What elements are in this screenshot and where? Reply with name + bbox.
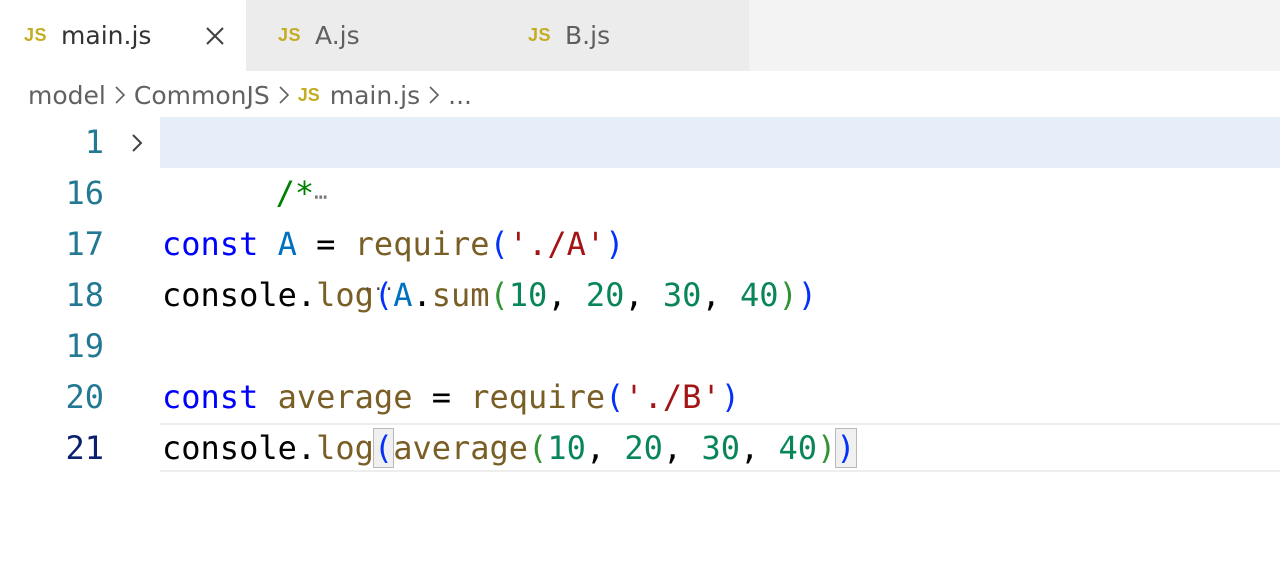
- paren: (: [489, 225, 509, 263]
- code-text: console.log(A.sum(10, 20, 30, 40)): [162, 276, 818, 314]
- chevron-right-icon: [278, 85, 290, 105]
- line-number: 19: [65, 327, 104, 365]
- paren: (: [373, 276, 394, 314]
- breadcrumb-more[interactable]: ...: [448, 81, 472, 110]
- number: 20: [624, 429, 663, 467]
- fold-chevron-right-icon[interactable]: [126, 130, 148, 156]
- number: 40: [739, 276, 779, 314]
- variable: average: [277, 378, 413, 416]
- identifier: console: [162, 276, 297, 314]
- function-name: require: [354, 225, 490, 263]
- code-line[interactable]: 20 const average = require('./B'): [0, 372, 1280, 423]
- string: './B': [624, 378, 721, 416]
- code-line[interactable]: 17 const A = require('./A') ...: [0, 219, 1280, 295]
- dot: .: [296, 429, 317, 467]
- number: 40: [778, 429, 818, 467]
- line-number: 1: [84, 123, 104, 161]
- folded-region-highlight: [160, 117, 1280, 168]
- function-name: require: [470, 378, 606, 416]
- line-number: 20: [65, 378, 104, 416]
- keyword: const: [162, 378, 259, 416]
- paren: ): [778, 276, 798, 314]
- breadcrumb-file[interactable]: main.js: [330, 81, 420, 110]
- function-name: log: [316, 429, 374, 467]
- chevron-right-icon: [428, 85, 440, 105]
- keyword: const: [162, 225, 259, 263]
- code-line[interactable]: 16: [0, 168, 1280, 219]
- code-editor[interactable]: 1 /*⋯ 16 17 const A = require('./A') ...…: [0, 117, 1280, 586]
- tab-label: A.js: [315, 21, 360, 50]
- paren: ): [720, 378, 740, 416]
- breadcrumb: model CommonJS JS main.js ...: [28, 73, 472, 117]
- code-line[interactable]: 18 console.log(A.sum(10, 20, 30, 40)): [0, 270, 1280, 321]
- code-line[interactable]: 1 /*⋯: [0, 117, 1280, 212]
- breadcrumb-folder-commonjs[interactable]: CommonJS: [134, 81, 270, 110]
- js-file-icon: JS: [528, 25, 552, 45]
- line-number: 16: [65, 174, 104, 212]
- matched-bracket: (: [372, 428, 395, 468]
- paren: ): [817, 429, 837, 467]
- function-name: sum: [431, 276, 490, 314]
- operator: =: [316, 225, 336, 263]
- code-text: const average = require('./B'): [162, 372, 740, 423]
- line-number: 21: [65, 429, 104, 467]
- number: 20: [585, 276, 625, 314]
- tab-label: main.js: [61, 21, 152, 50]
- variable: A: [393, 276, 413, 314]
- function-name: log: [316, 276, 374, 314]
- js-file-icon: JS: [297, 84, 320, 105]
- paren: (: [528, 429, 548, 467]
- dot: .: [412, 276, 432, 314]
- tab-bar: JS main.js JS A.js JS B.js: [0, 0, 1280, 71]
- paren: (: [605, 378, 625, 416]
- matched-bracket: ): [835, 428, 857, 468]
- js-file-icon: JS: [278, 25, 302, 45]
- paren: (: [489, 276, 509, 314]
- identifier: console: [162, 429, 297, 467]
- operator: =: [431, 378, 451, 416]
- tab-main-js[interactable]: JS main.js: [0, 0, 246, 71]
- js-file-icon: JS: [24, 25, 48, 45]
- code-text: console.log(average(10, 20, 30, 40)): [162, 428, 857, 468]
- line-number: 18: [65, 276, 104, 314]
- breadcrumb-folder-model[interactable]: model: [28, 81, 106, 110]
- chevron-right-icon: [114, 85, 126, 105]
- number: 30: [701, 429, 740, 467]
- tab-label: B.js: [565, 21, 611, 50]
- number: 10: [547, 429, 586, 467]
- line-number: 17: [65, 225, 104, 263]
- number: 30: [662, 276, 702, 314]
- close-icon[interactable]: [200, 21, 230, 51]
- tab-a-js[interactable]: JS A.js: [246, 0, 497, 71]
- number: 10: [508, 276, 548, 314]
- string: './A': [508, 225, 606, 263]
- variable: A: [277, 225, 297, 263]
- dot: .: [296, 276, 317, 314]
- tab-b-js[interactable]: JS B.js: [497, 0, 749, 71]
- function-name: average: [393, 429, 529, 467]
- paren: ): [605, 225, 625, 263]
- code-line-current[interactable]: 21 console.log(average(10, 20, 30, 40)): [0, 423, 1280, 474]
- paren: ): [797, 276, 818, 314]
- code-line[interactable]: 19: [0, 321, 1280, 372]
